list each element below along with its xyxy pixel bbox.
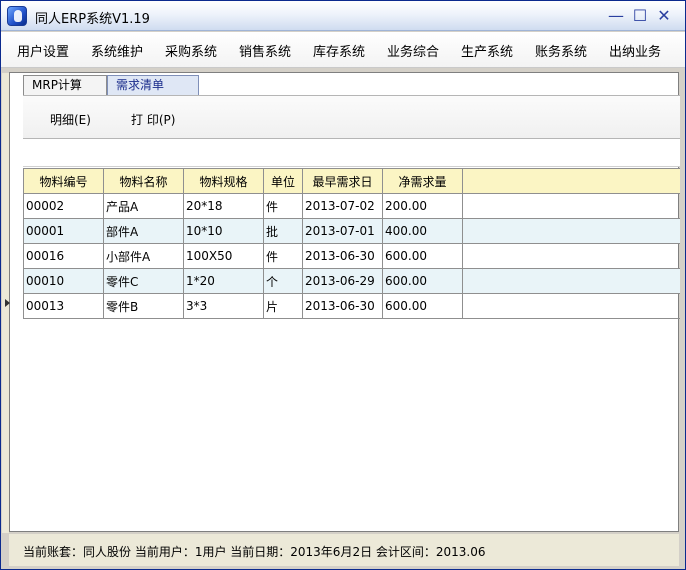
tab-demand-list[interactable]: 需求清单	[107, 75, 199, 95]
cell-material-name[interactable]: 零件C	[103, 268, 184, 294]
cell-net-demand[interactable]: 600.00	[382, 243, 463, 269]
column-header-earliest-date[interactable]: 最早需求日	[302, 168, 383, 194]
menu-item-production[interactable]: 生产系统	[461, 41, 513, 60]
cell-earliest-date[interactable]: 2013-07-02	[302, 193, 383, 219]
maximize-icon[interactable]: ☐	[631, 7, 649, 25]
cell-material-name[interactable]: 产品A	[103, 193, 184, 219]
cell-material-name[interactable]: 小部件A	[103, 243, 184, 269]
cell-material-spec[interactable]: 3*3	[183, 293, 264, 319]
column-header-filler	[462, 168, 680, 194]
cell-filler	[462, 193, 680, 219]
tab-mrp-calc[interactable]: MRP计算	[23, 75, 107, 95]
column-header-net-demand[interactable]: 净需求量	[382, 168, 463, 194]
cell-unit[interactable]: 件	[263, 193, 303, 219]
column-header-material-code[interactable]: 物料编号	[23, 168, 104, 194]
cell-earliest-date[interactable]: 2013-07-01	[302, 218, 383, 244]
status-bar: 当前账套：同人股份 当前用户：1用户 当前日期：2013年6月2日 会计区间：2…	[9, 534, 679, 566]
menu-item-sales[interactable]: 销售系统	[239, 41, 291, 60]
cell-earliest-date[interactable]: 2013-06-30	[302, 293, 383, 319]
cell-material-name[interactable]: 部件A	[103, 218, 184, 244]
detail-button[interactable]: 明细(E)	[50, 111, 91, 128]
cell-material-name[interactable]: 零件B	[103, 293, 184, 319]
cell-unit[interactable]: 批	[263, 218, 303, 244]
menu-item-business[interactable]: 业务综合	[387, 41, 439, 60]
demand-table: 物料编号 物料名称 物料规格 单位 最早需求日 净需求量 00002 产品A 2…	[23, 168, 680, 319]
cell-filler	[462, 243, 680, 269]
cell-material-code[interactable]: 00001	[23, 218, 104, 244]
cell-net-demand[interactable]: 600.00	[382, 268, 463, 294]
cell-net-demand[interactable]: 200.00	[382, 193, 463, 219]
menu-item-cashier[interactable]: 出纳业务	[609, 41, 661, 60]
cell-unit[interactable]: 件	[263, 243, 303, 269]
print-button[interactable]: 打 印(P)	[131, 111, 175, 128]
filter-band	[23, 139, 680, 167]
minimize-icon[interactable]: —	[607, 7, 625, 25]
table-row[interactable]: 00001 部件A 10*10 批 2013-07-01 400.00	[23, 218, 680, 244]
column-header-unit[interactable]: 单位	[263, 168, 303, 194]
close-icon[interactable]: ✕	[655, 7, 673, 25]
expand-arrow-icon[interactable]	[5, 299, 10, 307]
window-title: 同人ERP系统V1.19	[35, 12, 150, 27]
table-row[interactable]: 00002 产品A 20*18 件 2013-07-02 200.00	[23, 193, 680, 219]
cell-earliest-date[interactable]: 2013-06-29	[302, 268, 383, 294]
column-header-material-spec[interactable]: 物料规格	[183, 168, 264, 194]
left-splitter[interactable]	[2, 73, 10, 533]
main-panel: MRP计算 需求清单 明细(E) 打 印(P) 物料编号 物料名称 物料规格 单…	[2, 72, 680, 533]
cell-unit[interactable]: 个	[263, 268, 303, 294]
cell-filler	[462, 218, 680, 244]
menu-item-system-maintenance[interactable]: 系统维护	[91, 41, 143, 60]
cell-material-code[interactable]: 00013	[23, 293, 104, 319]
cell-unit[interactable]: 片	[263, 293, 303, 319]
erp-window: 同人ERP系统V1.19 — ☐ ✕ 用户设置 系统维护 采购系统 销售系统 库…	[0, 0, 686, 570]
app-logo-icon	[7, 6, 27, 26]
menu-item-purchasing[interactable]: 采购系统	[165, 41, 217, 60]
toolbar: 明细(E) 打 印(P)	[23, 95, 680, 139]
cell-material-spec[interactable]: 100X50	[183, 243, 264, 269]
cell-material-code[interactable]: 00002	[23, 193, 104, 219]
cell-net-demand[interactable]: 400.00	[382, 218, 463, 244]
status-text: 当前账套：同人股份 当前用户：1用户 当前日期：2013年6月2日 会计区间：2…	[23, 545, 486, 559]
cell-material-spec[interactable]: 20*18	[183, 193, 264, 219]
cell-net-demand[interactable]: 600.00	[382, 293, 463, 319]
cell-material-code[interactable]: 00010	[23, 268, 104, 294]
menu-item-inventory[interactable]: 库存系统	[313, 41, 365, 60]
cell-material-spec[interactable]: 1*20	[183, 268, 264, 294]
table-header-row: 物料编号 物料名称 物料规格 单位 最早需求日 净需求量	[23, 168, 680, 194]
column-header-material-name[interactable]: 物料名称	[103, 168, 184, 194]
cell-material-code[interactable]: 00016	[23, 243, 104, 269]
table-row[interactable]: 00016 小部件A 100X50 件 2013-06-30 600.00	[23, 243, 680, 269]
cell-filler	[462, 293, 680, 319]
title-bar[interactable]: 同人ERP系统V1.19 — ☐ ✕	[1, 1, 685, 31]
table-row[interactable]: 00013 零件B 3*3 片 2013-06-30 600.00	[23, 293, 680, 319]
table-row[interactable]: 00010 零件C 1*20 个 2013-06-29 600.00	[23, 268, 680, 294]
menu-item-user-settings[interactable]: 用户设置	[17, 41, 69, 60]
cell-filler	[462, 268, 680, 294]
cell-material-spec[interactable]: 10*10	[183, 218, 264, 244]
menu-bar: 用户设置 系统维护 采购系统 销售系统 库存系统 业务综合 生产系统 账务系统 …	[1, 32, 685, 68]
menu-item-accounting[interactable]: 账务系统	[535, 41, 587, 60]
cell-earliest-date[interactable]: 2013-06-30	[302, 243, 383, 269]
